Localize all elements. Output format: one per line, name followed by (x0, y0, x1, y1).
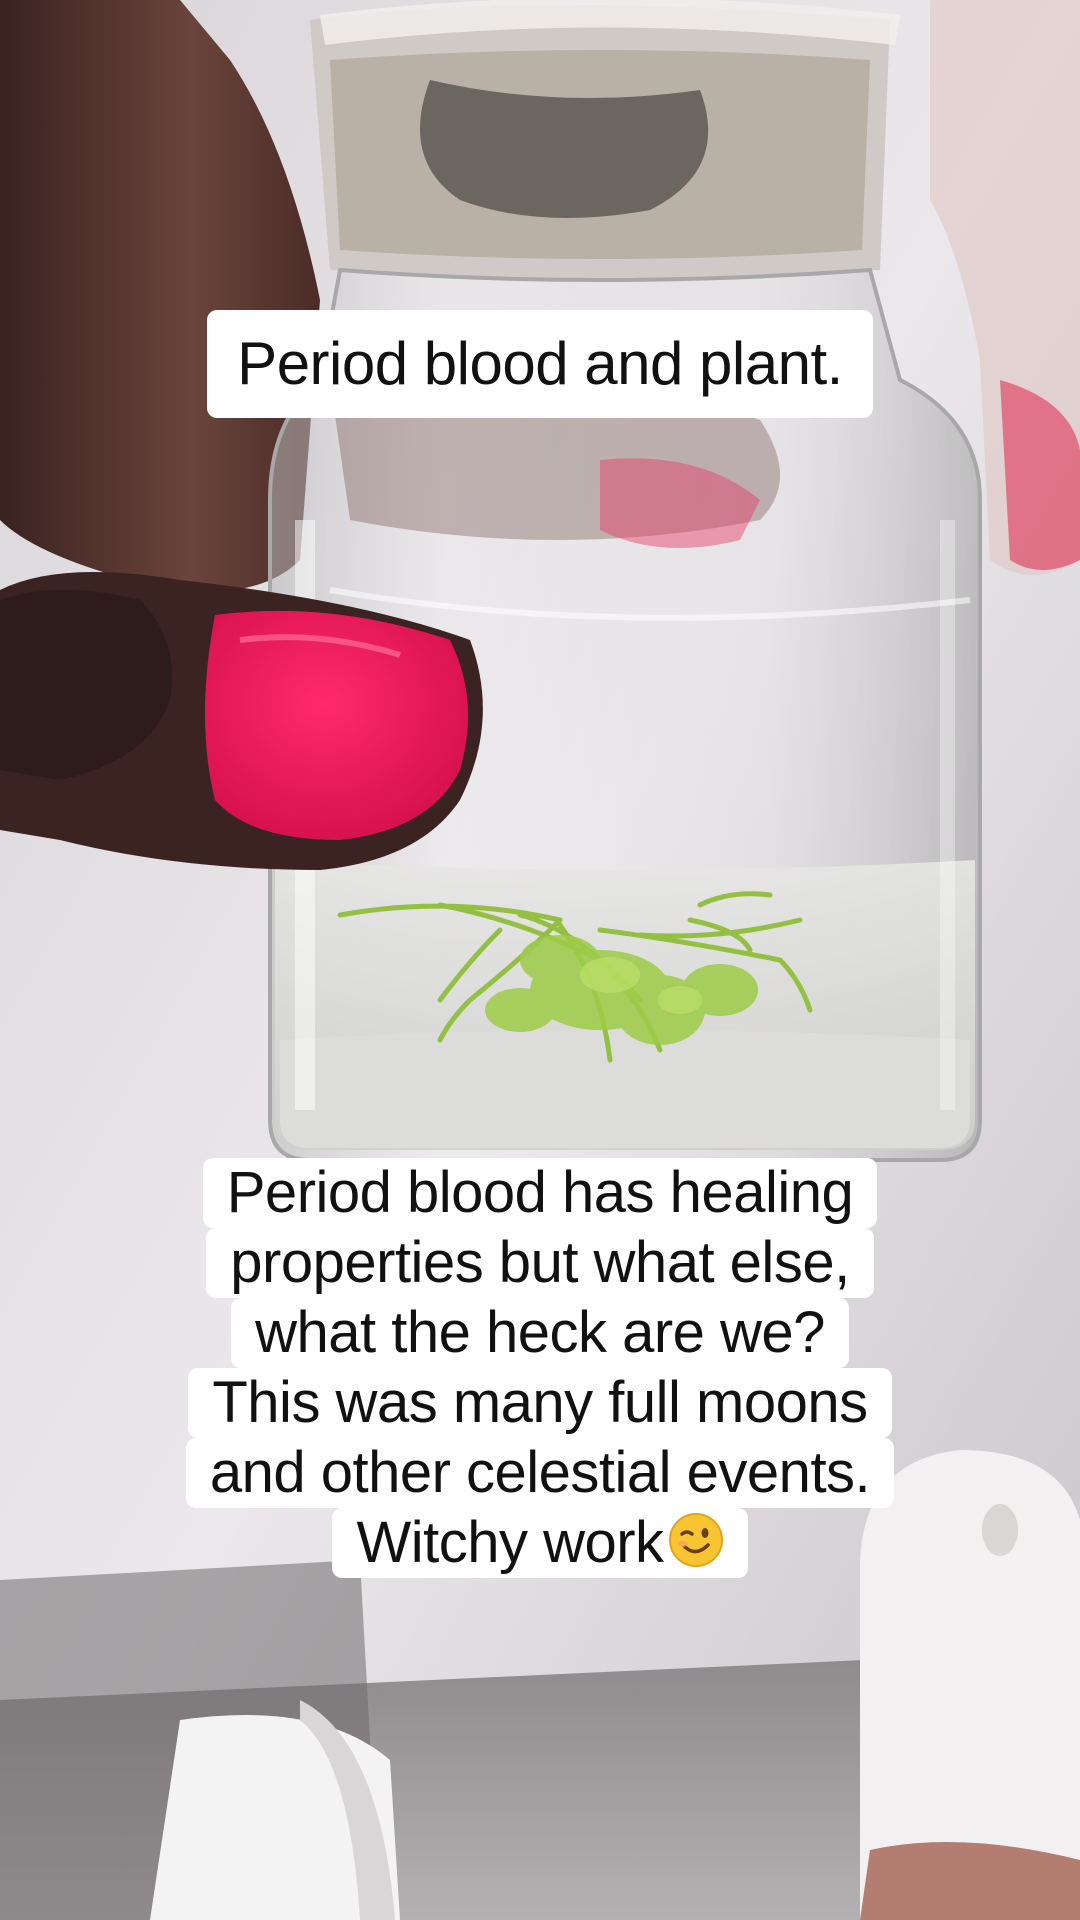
caption-text: Witchy work (356, 1510, 664, 1575)
caption-line: Period blood has healing (202, 1158, 878, 1228)
bottom-caption: Period blood has healing properties but … (0, 1158, 1080, 1578)
caption-last-line: Witchy work (332, 1508, 748, 1578)
caption-line: what the heck are we? (231, 1298, 849, 1368)
caption-line: and other celestial events. (185, 1438, 895, 1508)
caption-line: properties but what else, (206, 1228, 874, 1298)
top-caption: Period blood and plant. (0, 310, 1080, 418)
video-frame: Period blood and plant. Period blood has… (0, 0, 1080, 1920)
caption-line: This was many full moons (188, 1368, 892, 1438)
photo-scene (0, 0, 1080, 1920)
caption-line: Period blood and plant. (207, 310, 873, 418)
winking-face-icon (668, 1513, 723, 1567)
